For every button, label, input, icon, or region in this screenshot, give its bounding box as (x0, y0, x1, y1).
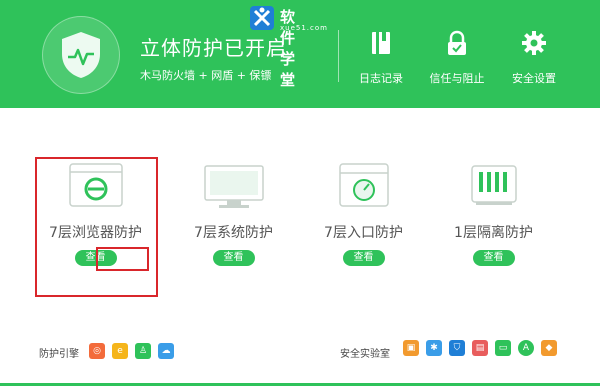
monitor-icon (203, 165, 264, 208)
view-button-highlight (96, 247, 149, 271)
security-settings-button[interactable]: 安全设置 (499, 30, 569, 86)
lab-report-icon[interactable]: ▤ (472, 340, 488, 356)
shield-status-badge (42, 16, 120, 94)
isolation-protection-name: 1层隔离防护 (454, 225, 533, 241)
isolation-protection-view-button[interactable]: 查看 (472, 250, 515, 266)
trust-block-button[interactable]: 信任与阻止 (422, 30, 492, 86)
lab-box-icon[interactable]: ◆ (541, 340, 557, 356)
engine-shield-icon[interactable]: ◎ (89, 343, 105, 359)
isolation-box-icon (470, 165, 517, 205)
entry-protection-card: 7层入口防护 查看 (301, 160, 426, 266)
lab-settings-icon[interactable]: ✱ (426, 340, 442, 356)
lab-toolbox-icon[interactable]: ▣ (403, 340, 419, 356)
protection-header: 立体防护已开启 木马防火墙 + 网盾 + 保镖 软件学堂 xue51.com 日… (0, 0, 600, 108)
gear-icon (522, 31, 546, 55)
engine-cloud-icon[interactable]: ☁ (158, 343, 174, 359)
system-protection-view-button[interactable]: 查看 (212, 250, 255, 266)
isolation-protection-card: 1层隔离防护 查看 (431, 160, 556, 266)
browser-protection-highlight (35, 157, 158, 297)
lab-ad-block-icon[interactable]: A (518, 340, 534, 356)
header-divider (338, 30, 339, 82)
protection-status-title: 立体防护已开启 (140, 36, 287, 60)
entry-gauge-icon (338, 163, 389, 207)
lock-icon (448, 30, 466, 55)
entry-protection-name: 7层入口防护 (324, 225, 403, 241)
lab-shield-icon[interactable]: ⛉ (449, 340, 465, 356)
system-protection-name: 7层系统防护 (194, 225, 273, 241)
log-record-button[interactable]: 日志记录 (346, 30, 416, 86)
security-settings-label: 安全设置 (512, 72, 556, 85)
engine-user-icon[interactable]: ♙ (135, 343, 151, 359)
protection-status-subtitle: 木马防火墙 + 网盾 + 保镖 (140, 69, 272, 82)
logo-text: 软件学堂 (280, 8, 296, 89)
log-book-icon (372, 32, 390, 54)
engine-browser-icon[interactable]: e (112, 343, 128, 359)
trust-block-label: 信任与阻止 (429, 72, 485, 85)
security-lab-label: 安全实验室 (340, 349, 390, 360)
protection-engine-label: 防护引擎 (39, 349, 79, 360)
logo-mark-icon (250, 6, 274, 30)
system-protection-card: 7层系统防护 查看 (171, 160, 296, 266)
entry-protection-view-button[interactable]: 查看 (342, 250, 385, 266)
logo-url: xue51.com (280, 24, 328, 32)
shield-icon (62, 32, 100, 78)
lab-folder-icon[interactable]: ▭ (495, 340, 511, 356)
log-record-label: 日志记录 (359, 72, 403, 85)
